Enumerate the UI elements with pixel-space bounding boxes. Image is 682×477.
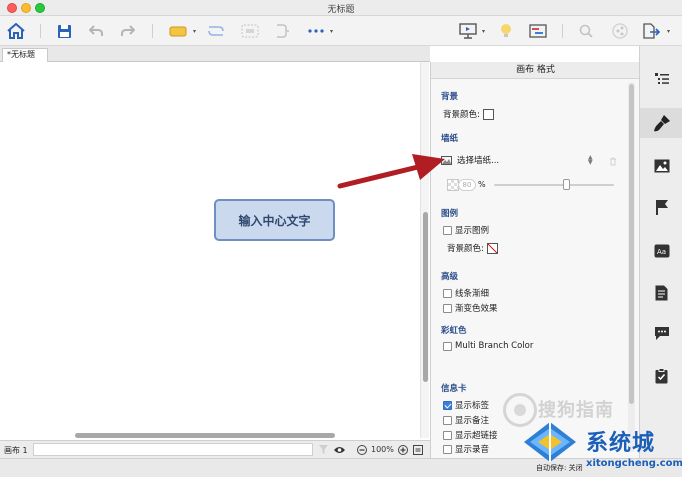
- title-bar: 无标题: [0, 0, 682, 16]
- comments-icon[interactable]: [640, 318, 682, 348]
- zoom-level: 100%: [371, 445, 394, 454]
- filter-icon[interactable]: [318, 444, 329, 455]
- home-icon[interactable]: [6, 21, 26, 41]
- show-hyperlinks-checkbox[interactable]: [443, 430, 452, 440]
- opacity-input[interactable]: 80: [458, 179, 476, 191]
- window-title: 无标题: [327, 5, 355, 15]
- format-brush-icon[interactable]: [640, 108, 682, 138]
- save-icon[interactable]: [54, 21, 74, 41]
- opacity-slider[interactable]: [494, 184, 614, 186]
- select-arrows-icon: ▲ ▼: [588, 154, 593, 166]
- canvas-horizontal-scrollbar[interactable]: [0, 432, 420, 440]
- show-legend-checkbox[interactable]: [443, 225, 452, 235]
- show-legend-label: 显示图例: [455, 226, 490, 236]
- opacity-unit: %: [478, 180, 486, 189]
- document-tab[interactable]: *无标题: [2, 48, 48, 62]
- notes-icon[interactable]: [640, 278, 682, 308]
- gradient-label: 渐变色效果: [455, 304, 498, 314]
- rainbow-heading: 彩虹色: [441, 326, 467, 336]
- info-card-item[interactable]: 显示备注: [443, 414, 489, 426]
- taper-lines-label: 线条渐细: [455, 289, 490, 299]
- advanced-heading: 高级: [441, 272, 459, 282]
- info-card-item[interactable]: 显示标签: [443, 399, 489, 411]
- eye-icon[interactable]: [334, 444, 345, 455]
- outline-icon[interactable]: [640, 64, 682, 94]
- task-icon[interactable]: [640, 361, 682, 391]
- summary-icon[interactable]: [272, 21, 292, 41]
- annotation-arrow: [337, 154, 445, 189]
- multi-branch-label: Multi Branch Color: [455, 341, 534, 351]
- toolbar: ▾ ▾ ▾ ▾: [0, 16, 682, 46]
- wallpaper-select-label: 选择墙纸...: [457, 156, 500, 166]
- show-audio-checkbox[interactable]: [443, 444, 452, 454]
- show-notes-checkbox[interactable]: [443, 415, 452, 425]
- panel-scrollbar[interactable]: [628, 82, 635, 452]
- sheet-label[interactable]: 画布 1: [4, 445, 28, 456]
- image-icon[interactable]: [640, 151, 682, 181]
- more-icon[interactable]: [306, 21, 326, 41]
- zoom-out-icon[interactable]: [356, 444, 367, 455]
- text-style-icon[interactable]: Aa: [640, 236, 682, 266]
- watermark-brand: 系统城: [586, 431, 656, 456]
- multi-branch-option[interactable]: Multi Branch Color: [443, 341, 533, 351]
- document-tab-strip: *无标题: [0, 46, 430, 62]
- format-panel-title: 画布 格式: [431, 62, 640, 79]
- horizontal-scroll-thumb[interactable]: [75, 433, 335, 438]
- show-labels-label: 显示标签: [455, 401, 490, 411]
- svg-text:Aa: Aa: [657, 248, 666, 256]
- show-labels-checkbox[interactable]: [443, 400, 452, 410]
- chevron-down-icon[interactable]: ▾: [667, 28, 670, 35]
- show-notes-label: 显示备注: [455, 416, 490, 426]
- show-legend-option[interactable]: 显示图例: [443, 224, 489, 236]
- taper-lines-checkbox[interactable]: [443, 288, 452, 298]
- show-audio-label: 显示录音: [455, 445, 490, 455]
- zoom-in-icon[interactable]: [397, 444, 408, 455]
- idea-icon[interactable]: [496, 21, 516, 41]
- gradient-option[interactable]: 渐变色效果: [443, 302, 498, 314]
- gradient-checkbox[interactable]: [443, 303, 452, 313]
- info-card-item[interactable]: 显示录音: [443, 443, 489, 455]
- info-card-item[interactable]: 显示超链接: [443, 429, 498, 441]
- right-sidebar: Aa: [639, 46, 682, 458]
- info-card-heading: 信息卡: [441, 384, 467, 394]
- watermark-url: xitongcheng.com: [586, 458, 682, 469]
- search-icon[interactable]: [576, 21, 596, 41]
- export-icon[interactable]: [641, 21, 661, 41]
- central-topic[interactable]: 输入中心文字: [214, 199, 335, 241]
- multi-branch-checkbox[interactable]: [443, 341, 452, 351]
- legend-heading: 图例: [441, 209, 459, 219]
- presentation-icon[interactable]: [458, 21, 478, 41]
- background-heading: 背景: [441, 92, 459, 102]
- insert-topic-icon[interactable]: [168, 21, 188, 41]
- redo-icon[interactable]: [118, 21, 138, 41]
- marker-flag-icon[interactable]: [640, 192, 682, 222]
- show-hyperlinks-label: 显示超链接: [455, 431, 498, 441]
- legend-bg-color-swatch[interactable]: [486, 242, 498, 254]
- background-color-swatch[interactable]: [482, 108, 494, 120]
- share-icon[interactable]: [610, 21, 630, 41]
- sheet-tabs-area[interactable]: [33, 443, 313, 456]
- status-bar: 画布 1 100%: [0, 440, 430, 458]
- panel-scroll-thumb[interactable]: [629, 84, 634, 404]
- background-color-label: 背景颜色:: [443, 110, 480, 120]
- mindmap-canvas[interactable]: 输入中心文字: [0, 62, 418, 438]
- relationship-icon[interactable]: [206, 21, 226, 41]
- vertical-scroll-thumb[interactable]: [423, 212, 428, 382]
- chevron-down-icon[interactable]: ▾: [193, 28, 196, 35]
- gantt-icon[interactable]: [528, 21, 548, 41]
- chevron-down-icon[interactable]: ▾: [330, 28, 333, 35]
- undo-icon[interactable]: [86, 21, 106, 41]
- watermark-logo: [524, 422, 576, 462]
- canvas-vertical-scrollbar[interactable]: [420, 62, 429, 438]
- opacity-slider-knob[interactable]: [563, 179, 570, 190]
- boundary-icon[interactable]: [240, 21, 260, 41]
- trash-icon[interactable]: [609, 157, 617, 166]
- legend-bg-color-label: 背景颜色:: [447, 244, 484, 254]
- taper-lines-option[interactable]: 线条渐细: [443, 287, 489, 299]
- fit-view-icon[interactable]: [412, 444, 423, 455]
- chevron-down-icon[interactable]: ▾: [482, 28, 485, 35]
